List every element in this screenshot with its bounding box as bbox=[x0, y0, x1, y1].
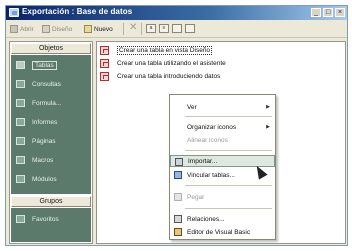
new-button[interactable]: Nuevo bbox=[84, 23, 113, 35]
sidebar-item-macros[interactable]: Macros bbox=[11, 152, 91, 168]
sidebar-item-label: Informes bbox=[32, 118, 58, 126]
list-item-label: Crear una tabla introduciendo datos bbox=[117, 73, 221, 80]
delete-icon[interactable]: ✕ bbox=[129, 22, 137, 33]
window-title: Exportación : Base de datos bbox=[22, 7, 133, 16]
toolbar-separator bbox=[141, 23, 142, 35]
maximize-button[interactable]: □ bbox=[323, 8, 333, 17]
design-icon bbox=[42, 25, 50, 33]
groups-list: Favoritos bbox=[11, 208, 91, 242]
sidebar-item-label: Formula... bbox=[32, 99, 62, 107]
sidebar-item-label: Consultas bbox=[32, 80, 61, 88]
sidebar-item-modulos[interactable]: Módulos bbox=[11, 171, 91, 187]
sidebar-item-consultas[interactable]: Consultas bbox=[11, 76, 91, 92]
groups-header[interactable]: Grupos bbox=[11, 196, 91, 207]
menu-item-alinear-iconos[interactable]: Alinear iconos bbox=[170, 134, 275, 146]
create-table-icon bbox=[100, 59, 109, 68]
toolbar-separator bbox=[123, 23, 124, 35]
objects-header[interactable]: Objetos bbox=[11, 43, 91, 54]
small-icons-icon[interactable]: ≡ bbox=[159, 24, 169, 33]
list-item[interactable]: Crear una tabla utilizando el asistente bbox=[100, 58, 226, 69]
sidebar-item-label: Páginas bbox=[32, 137, 56, 145]
sidebar-item-label: Favoritos bbox=[32, 215, 59, 223]
sidebar-item-label: Macros bbox=[32, 156, 54, 164]
form-icon bbox=[16, 99, 25, 107]
menu-item-label: Pegar bbox=[187, 193, 205, 201]
large-icons-icon[interactable]: a bbox=[146, 24, 156, 33]
page-icon bbox=[16, 137, 25, 145]
list-item[interactable]: Crear una tabla en vista Diseño bbox=[100, 45, 213, 56]
minimize-button[interactable]: _ bbox=[311, 8, 321, 17]
submenu-arrow-icon: ▶ bbox=[266, 104, 270, 110]
sidebar-item-favoritos[interactable]: Favoritos bbox=[11, 211, 91, 227]
title-bar[interactable]: Exportación : Base de datos _ □ × bbox=[6, 6, 347, 20]
list-view-icon[interactable] bbox=[172, 24, 182, 33]
menu-item-pegar[interactable]: Pegar bbox=[170, 191, 275, 203]
database-icon bbox=[9, 8, 19, 17]
sidebar-item-label: Módulos bbox=[32, 175, 57, 183]
menu-separator bbox=[185, 116, 272, 117]
details-view-icon[interactable] bbox=[185, 24, 195, 33]
menu-item-label: Vincular tablas... bbox=[187, 171, 235, 179]
favorites-icon bbox=[16, 215, 25, 223]
new-label: Nuevo bbox=[94, 25, 113, 33]
menu-item-label: Alinear iconos bbox=[187, 136, 228, 144]
design-label: Diseño bbox=[52, 25, 73, 33]
menu-item-label: Relaciones... bbox=[187, 215, 225, 223]
paste-icon bbox=[174, 193, 182, 201]
objects-list: Tablas Consultas Formula... Informes Pág… bbox=[11, 55, 91, 194]
sidebar-item-paginas[interactable]: Páginas bbox=[11, 133, 91, 149]
minimize-icon: _ bbox=[314, 9, 318, 16]
table-icon bbox=[16, 61, 25, 69]
create-table-icon bbox=[100, 46, 109, 55]
menu-separator bbox=[185, 185, 272, 186]
menu-item-organizar-iconos[interactable]: Organizar iconos ▶ bbox=[170, 121, 275, 133]
open-icon bbox=[10, 25, 18, 33]
list-item-label: Crear una tabla en vista Diseño bbox=[117, 46, 213, 55]
macro-icon bbox=[16, 156, 25, 164]
menu-item-editor-visual-basic[interactable]: Editor de Visual Basic bbox=[170, 226, 275, 238]
close-button[interactable]: × bbox=[335, 8, 345, 17]
menu-item-label: Editor de Visual Basic bbox=[187, 228, 251, 236]
objects-bar: Objetos Tablas Consultas Formula... Info… bbox=[9, 41, 93, 244]
toolbar: Abrir Diseño Nuevo ✕ a ≡ bbox=[6, 20, 347, 38]
submenu-arrow-icon: ▶ bbox=[266, 124, 270, 130]
new-icon bbox=[84, 25, 92, 33]
import-icon bbox=[175, 158, 183, 166]
query-icon bbox=[16, 80, 25, 88]
menu-item-label: Ver bbox=[187, 103, 197, 111]
list-item-label: Crear una tabla utilizando el asistente bbox=[117, 60, 226, 67]
sidebar-item-formularios[interactable]: Formula... bbox=[11, 95, 91, 111]
create-table-icon bbox=[100, 72, 109, 81]
report-icon bbox=[16, 118, 25, 126]
list-item[interactable]: Crear una tabla introduciendo datos bbox=[100, 71, 220, 82]
menu-separator bbox=[185, 208, 272, 209]
sidebar-item-informes[interactable]: Informes bbox=[11, 114, 91, 130]
design-button[interactable]: Diseño bbox=[42, 23, 72, 35]
maximize-icon: □ bbox=[326, 9, 331, 16]
menu-item-label: Organizar iconos bbox=[187, 123, 237, 131]
menu-item-relaciones[interactable]: Relaciones... bbox=[170, 213, 275, 225]
close-icon: × bbox=[338, 9, 343, 16]
sidebar-item-label: Tablas bbox=[32, 60, 57, 70]
link-tables-icon bbox=[174, 171, 182, 179]
relationships-icon bbox=[174, 215, 182, 223]
open-label: Abrir bbox=[20, 25, 34, 33]
open-button[interactable]: Abrir bbox=[10, 23, 34, 35]
vba-editor-icon bbox=[174, 228, 182, 236]
menu-separator bbox=[185, 150, 272, 151]
sidebar-item-tablas[interactable]: Tablas bbox=[11, 57, 91, 73]
menu-item-label: Importar... bbox=[188, 157, 218, 165]
module-icon bbox=[16, 175, 25, 183]
menu-item-ver[interactable]: Ver ▶ bbox=[170, 101, 275, 113]
